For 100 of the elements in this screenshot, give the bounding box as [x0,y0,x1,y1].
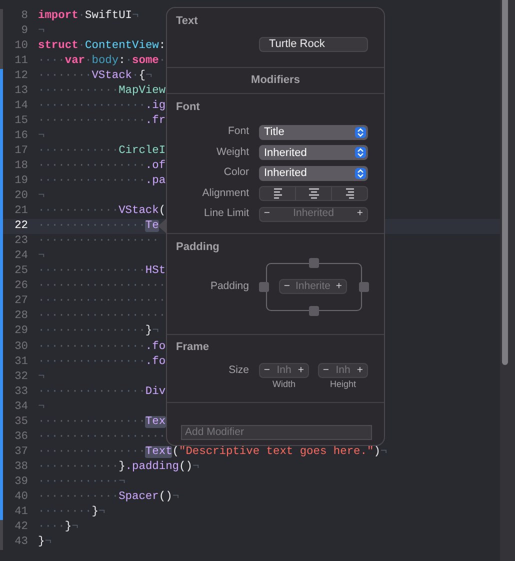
stepper[interactable]: − Inherited + [259,206,368,222]
code-line: ¬ [38,370,45,385]
value-field[interactable]: Inherited [274,206,353,222]
line-number: 15 [0,114,29,129]
code-line: ¬ [38,249,45,264]
checkbox[interactable] [309,258,319,268]
line-number: 18 [0,158,29,174]
code-line: import·SwiftUI¬ [38,8,139,24]
code-line: ················.fo [38,340,166,355]
line-number: 32 [0,370,29,385]
code-line: ··················· [38,309,166,324]
code-line: ············VStack( [38,204,166,220]
code-line: ¬ [38,128,45,144]
section-header: Modifiers [250,73,301,88]
decrement-button[interactable]: − [260,362,274,378]
code-line: struct·ContentView: [38,38,166,54]
code-line: ············CircleI [38,144,166,159]
line-number: 12 [0,68,29,84]
code-line: ················.fo [38,354,166,370]
popup-button[interactable]: Inherited [259,166,368,181]
line-number: 16 [0,128,29,144]
line-number: 37 [0,444,29,460]
line-number: 41 [0,505,29,520]
code-line: ················.fr [38,114,166,129]
section-title: Frame [175,340,210,354]
line-number: 23 [0,234,29,250]
popup-button[interactable]: Inherited [259,145,368,160]
line-number: 30 [0,340,29,355]
field-label: Alignment [201,186,249,201]
code-line: ················.pa [38,174,166,190]
increment-button[interactable]: + [332,278,346,294]
stepper[interactable]: − Inherite + [279,279,347,294]
code-line: ········}¬ [38,505,106,520]
line-number: 22 [0,219,29,234]
line-number: 31 [0,354,29,370]
line-number: 25 [0,264,29,280]
increment-button[interactable]: + [353,362,367,378]
line-number: 26 [0,279,29,294]
code-line: ················Te [38,219,159,234]
line-number: 29 [0,324,29,340]
code-line: ················Tex [38,414,166,430]
line-number: 24 [0,249,29,264]
chevron-updown-icon [355,126,366,138]
field-label: Weight [216,144,249,160]
code-line: ················Div [38,384,166,400]
popup-button[interactable]: Title [259,124,368,140]
checkbox[interactable] [309,306,319,316]
code-line: ¬ [38,400,45,415]
line-number: 8 [0,8,29,24]
field-label: Color [222,165,249,180]
checkbox[interactable] [259,282,269,292]
value-field[interactable]: Inherite [294,278,332,294]
line-number: 40 [0,490,29,506]
decrement-button[interactable]: − [260,206,274,222]
line-number: 17 [0,144,29,159]
scrollbar-thumb[interactable] [502,0,508,365]
section-title: Padding [175,240,220,254]
field-label: Padding [209,279,249,294]
field-label: Font [226,124,249,140]
field-label: Line Limit [203,206,249,222]
line-number: 43 [0,535,29,550]
line-number: 19 [0,174,29,190]
text-field[interactable]: Turtle Rock [259,37,368,52]
code-line: ············}.padding()¬ [38,460,200,475]
code-line: ············MapView [38,84,166,99]
code-line: ················}¬ [38,324,159,340]
chevron-updown-icon [355,168,366,179]
value-field[interactable]: Inh [333,362,353,378]
line-number: 27 [0,294,29,310]
code-line: }¬ [38,535,52,550]
stepper[interactable]: − Inh + [318,363,368,378]
section-title: Text [175,14,199,28]
line-number: 42 [0,520,29,536]
increment-button[interactable]: + [294,362,308,378]
stepper[interactable]: − Inh + [259,363,309,378]
code-line: ················.ig [38,98,166,114]
segmented-control[interactable] [259,186,368,202]
code-line: ····}¬ [38,520,78,536]
line-number: 9 [0,24,29,39]
code-line: ················HSt [38,264,166,280]
code-line: ················.of [38,158,166,174]
code-line: ··················· [38,279,166,294]
line-number: 35 [0,414,29,430]
add-modifier-field[interactable]: Add Modifier [181,425,372,440]
value-field[interactable]: Inh [274,362,294,378]
chevron-updown-icon [355,147,366,158]
code-line: ¬ [38,24,45,39]
line-number: 14 [0,98,29,114]
line-number: 33 [0,384,29,400]
increment-button[interactable]: + [353,206,367,222]
decrement-button[interactable]: − [280,278,294,294]
code-line: ····var·body:·some· [38,54,166,69]
line-number: 38 [0,460,29,475]
checkbox[interactable] [359,282,369,292]
field-label: Size [228,363,249,378]
code-line: ················Text("Descriptive text goes here.")¬ [38,444,388,460]
code-line: ············¬ [38,474,126,490]
code-line: ··················· [38,294,166,310]
decrement-button[interactable]: − [319,362,333,378]
code-line: ········VStack·{¬ [38,68,152,84]
